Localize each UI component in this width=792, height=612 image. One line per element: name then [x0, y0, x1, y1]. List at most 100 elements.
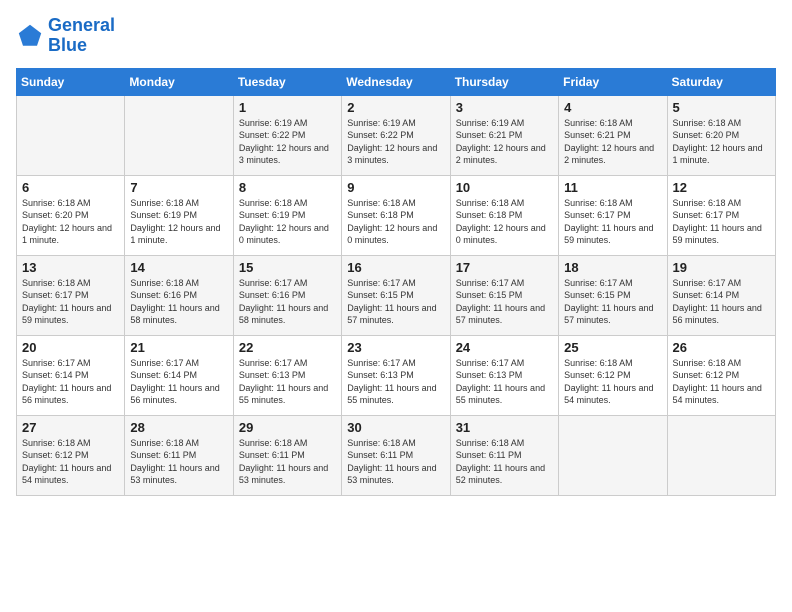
day-number: 9 [347, 180, 444, 195]
daylight-text: Daylight: 11 hours and 56 minutes. [130, 382, 227, 407]
daylight-text: Daylight: 11 hours and 55 minutes. [456, 382, 553, 407]
sunrise-text: Sunrise: 6:17 AM [347, 277, 444, 290]
calendar-cell: 10 Sunrise: 6:18 AM Sunset: 6:18 PM Dayl… [450, 175, 558, 255]
cell-detail: Sunrise: 6:17 AM Sunset: 6:13 PM Dayligh… [347, 357, 444, 407]
calendar-cell [17, 95, 125, 175]
daylight-text: Daylight: 12 hours and 3 minutes. [347, 142, 444, 167]
day-number: 5 [673, 100, 770, 115]
sunrise-text: Sunrise: 6:18 AM [22, 277, 119, 290]
sunrise-text: Sunrise: 6:17 AM [347, 357, 444, 370]
calendar-header-row: SundayMondayTuesdayWednesdayThursdayFrid… [17, 68, 776, 95]
calendar-cell [125, 95, 233, 175]
day-number: 29 [239, 420, 336, 435]
sunrise-text: Sunrise: 6:17 AM [22, 357, 119, 370]
day-number: 20 [22, 340, 119, 355]
day-header-monday: Monday [125, 68, 233, 95]
calendar-week-row: 13 Sunrise: 6:18 AM Sunset: 6:17 PM Dayl… [17, 255, 776, 335]
cell-detail: Sunrise: 6:17 AM Sunset: 6:16 PM Dayligh… [239, 277, 336, 327]
sunset-text: Sunset: 6:12 PM [22, 449, 119, 462]
daylight-text: Daylight: 11 hours and 53 minutes. [130, 462, 227, 487]
day-number: 23 [347, 340, 444, 355]
day-header-thursday: Thursday [450, 68, 558, 95]
cell-detail: Sunrise: 6:19 AM Sunset: 6:22 PM Dayligh… [347, 117, 444, 167]
cell-detail: Sunrise: 6:18 AM Sunset: 6:12 PM Dayligh… [564, 357, 661, 407]
sunset-text: Sunset: 6:22 PM [347, 129, 444, 142]
day-number: 12 [673, 180, 770, 195]
cell-detail: Sunrise: 6:17 AM Sunset: 6:14 PM Dayligh… [22, 357, 119, 407]
cell-detail: Sunrise: 6:18 AM Sunset: 6:11 PM Dayligh… [456, 437, 553, 487]
daylight-text: Daylight: 11 hours and 55 minutes. [239, 382, 336, 407]
calendar-cell: 29 Sunrise: 6:18 AM Sunset: 6:11 PM Dayl… [233, 415, 341, 495]
sunset-text: Sunset: 6:20 PM [22, 209, 119, 222]
sunrise-text: Sunrise: 6:19 AM [239, 117, 336, 130]
calendar-cell: 15 Sunrise: 6:17 AM Sunset: 6:16 PM Dayl… [233, 255, 341, 335]
calendar-cell: 14 Sunrise: 6:18 AM Sunset: 6:16 PM Dayl… [125, 255, 233, 335]
sunset-text: Sunset: 6:15 PM [347, 289, 444, 302]
sunset-text: Sunset: 6:15 PM [564, 289, 661, 302]
calendar-cell: 28 Sunrise: 6:18 AM Sunset: 6:11 PM Dayl… [125, 415, 233, 495]
calendar-cell: 11 Sunrise: 6:18 AM Sunset: 6:17 PM Dayl… [559, 175, 667, 255]
calendar-cell: 25 Sunrise: 6:18 AM Sunset: 6:12 PM Dayl… [559, 335, 667, 415]
sunrise-text: Sunrise: 6:17 AM [456, 277, 553, 290]
day-number: 6 [22, 180, 119, 195]
day-header-friday: Friday [559, 68, 667, 95]
day-number: 26 [673, 340, 770, 355]
sunset-text: Sunset: 6:21 PM [456, 129, 553, 142]
sunset-text: Sunset: 6:13 PM [239, 369, 336, 382]
calendar-cell: 2 Sunrise: 6:19 AM Sunset: 6:22 PM Dayli… [342, 95, 450, 175]
sunrise-text: Sunrise: 6:18 AM [130, 437, 227, 450]
daylight-text: Daylight: 11 hours and 58 minutes. [239, 302, 336, 327]
day-number: 10 [456, 180, 553, 195]
day-number: 19 [673, 260, 770, 275]
day-number: 1 [239, 100, 336, 115]
calendar-cell [667, 415, 775, 495]
cell-detail: Sunrise: 6:19 AM Sunset: 6:21 PM Dayligh… [456, 117, 553, 167]
cell-detail: Sunrise: 6:18 AM Sunset: 6:11 PM Dayligh… [347, 437, 444, 487]
sunset-text: Sunset: 6:13 PM [347, 369, 444, 382]
daylight-text: Daylight: 11 hours and 56 minutes. [22, 382, 119, 407]
calendar-cell: 8 Sunrise: 6:18 AM Sunset: 6:19 PM Dayli… [233, 175, 341, 255]
sunrise-text: Sunrise: 6:18 AM [130, 277, 227, 290]
day-number: 24 [456, 340, 553, 355]
day-number: 11 [564, 180, 661, 195]
daylight-text: Daylight: 11 hours and 59 minutes. [22, 302, 119, 327]
daylight-text: Daylight: 11 hours and 52 minutes. [456, 462, 553, 487]
calendar-cell: 31 Sunrise: 6:18 AM Sunset: 6:11 PM Dayl… [450, 415, 558, 495]
day-number: 7 [130, 180, 227, 195]
sunset-text: Sunset: 6:11 PM [456, 449, 553, 462]
day-number: 16 [347, 260, 444, 275]
day-number: 4 [564, 100, 661, 115]
day-number: 30 [347, 420, 444, 435]
sunrise-text: Sunrise: 6:18 AM [239, 197, 336, 210]
calendar-cell: 9 Sunrise: 6:18 AM Sunset: 6:18 PM Dayli… [342, 175, 450, 255]
cell-detail: Sunrise: 6:18 AM Sunset: 6:17 PM Dayligh… [22, 277, 119, 327]
logo-text: General Blue [48, 16, 115, 56]
daylight-text: Daylight: 12 hours and 1 minute. [22, 222, 119, 247]
calendar-cell: 16 Sunrise: 6:17 AM Sunset: 6:15 PM Dayl… [342, 255, 450, 335]
sunset-text: Sunset: 6:13 PM [456, 369, 553, 382]
sunrise-text: Sunrise: 6:17 AM [130, 357, 227, 370]
sunset-text: Sunset: 6:11 PM [347, 449, 444, 462]
calendar-cell: 27 Sunrise: 6:18 AM Sunset: 6:12 PM Dayl… [17, 415, 125, 495]
calendar-cell: 18 Sunrise: 6:17 AM Sunset: 6:15 PM Dayl… [559, 255, 667, 335]
day-number: 17 [456, 260, 553, 275]
cell-detail: Sunrise: 6:18 AM Sunset: 6:11 PM Dayligh… [239, 437, 336, 487]
sunset-text: Sunset: 6:12 PM [673, 369, 770, 382]
calendar-cell: 3 Sunrise: 6:19 AM Sunset: 6:21 PM Dayli… [450, 95, 558, 175]
sunrise-text: Sunrise: 6:19 AM [456, 117, 553, 130]
cell-detail: Sunrise: 6:18 AM Sunset: 6:18 PM Dayligh… [456, 197, 553, 247]
cell-detail: Sunrise: 6:18 AM Sunset: 6:21 PM Dayligh… [564, 117, 661, 167]
daylight-text: Daylight: 11 hours and 53 minutes. [347, 462, 444, 487]
calendar-cell [559, 415, 667, 495]
day-header-tuesday: Tuesday [233, 68, 341, 95]
sunset-text: Sunset: 6:18 PM [347, 209, 444, 222]
daylight-text: Daylight: 11 hours and 57 minutes. [456, 302, 553, 327]
sunset-text: Sunset: 6:18 PM [456, 209, 553, 222]
cell-detail: Sunrise: 6:18 AM Sunset: 6:16 PM Dayligh… [130, 277, 227, 327]
day-number: 22 [239, 340, 336, 355]
calendar-cell: 5 Sunrise: 6:18 AM Sunset: 6:20 PM Dayli… [667, 95, 775, 175]
sunrise-text: Sunrise: 6:18 AM [673, 357, 770, 370]
daylight-text: Daylight: 11 hours and 56 minutes. [673, 302, 770, 327]
daylight-text: Daylight: 12 hours and 2 minutes. [564, 142, 661, 167]
daylight-text: Daylight: 12 hours and 1 minute. [673, 142, 770, 167]
